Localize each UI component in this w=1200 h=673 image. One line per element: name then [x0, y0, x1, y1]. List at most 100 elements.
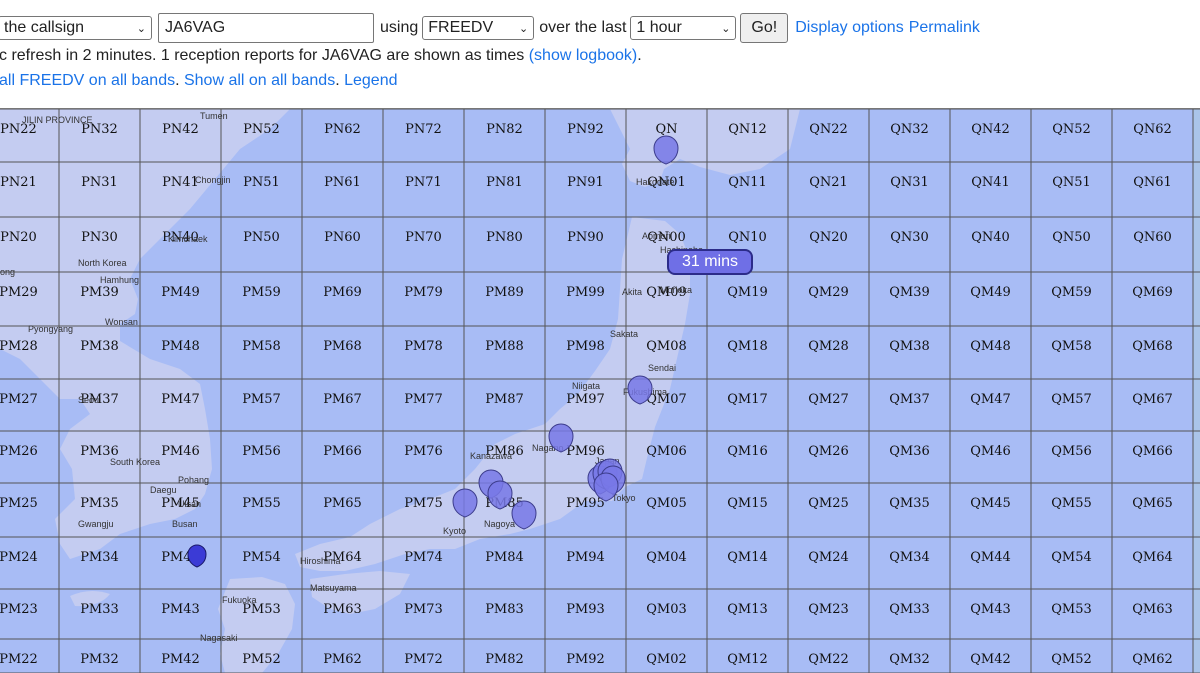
chevron-down-icon: ⌄	[519, 22, 529, 35]
go-button[interactable]: Go!	[740, 13, 789, 43]
all-freedv-link[interactable]: all FREEDV on all bands	[0, 72, 175, 89]
place-label: Hakodate	[636, 177, 675, 187]
grid-square-label: PM49	[161, 285, 200, 300]
place-label: Pohang	[178, 475, 209, 485]
grid-square-label: QM22	[808, 652, 849, 667]
callsign-input[interactable]: JA6VAG	[158, 13, 374, 43]
grid-square-label: PM77	[404, 392, 443, 407]
grid-square-label: QN60	[1133, 230, 1172, 245]
grid-square-label: QM56	[1051, 444, 1092, 459]
grid-square-label: QN10	[728, 230, 767, 245]
grid-square-label: PM83	[485, 602, 524, 617]
grid-square-label: PM63	[323, 602, 362, 617]
place-label: Sendai	[648, 363, 676, 373]
grid-square-label: PN60	[324, 230, 361, 245]
time-select[interactable]: 1 hour ⌄	[630, 16, 737, 40]
grid-square-label: PM76	[404, 444, 443, 459]
grid-square-label: PM72	[404, 652, 443, 667]
grid-square-label: QM28	[808, 339, 849, 354]
report-tooltip[interactable]: 31 mins	[667, 249, 753, 275]
grid-square-label: PM75	[404, 496, 443, 511]
grid-square-label: QM53	[1051, 602, 1092, 617]
grid-square-label: QM32	[889, 652, 930, 667]
grid-square-label: QM42	[970, 652, 1011, 667]
grid-square-label: QM58	[1051, 339, 1092, 354]
grid-square-label: QM43	[970, 602, 1011, 617]
grid-square-label: PM65	[323, 496, 362, 511]
grid-square-label: PM78	[404, 339, 443, 354]
refresh-text: c refresh in 2 minutes. 1 reception repo…	[0, 47, 529, 64]
grid-square-label: QM59	[1051, 285, 1092, 300]
grid-square-label: PM27	[0, 392, 38, 407]
grid-square-label: QM04	[646, 550, 687, 565]
permalink-link[interactable]: Permalink	[909, 19, 980, 37]
grid-square-label: PM97	[566, 392, 605, 407]
display-options-link[interactable]: Display options	[795, 19, 904, 37]
place-label: Wonsan	[105, 317, 138, 327]
grid-square-label: QN	[655, 122, 677, 137]
grid-square-label: QM49	[970, 285, 1011, 300]
grid-square-label: QM06	[646, 444, 687, 459]
grid-square-label: QM25	[808, 496, 849, 511]
grid-square-label: QN50	[1052, 230, 1091, 245]
grid-square-label: QM47	[970, 392, 1011, 407]
grid-square-label: QM44	[970, 550, 1011, 565]
callsign-type-select[interactable]: the callsign ⌄	[0, 16, 152, 40]
time-select-value: 1 hour	[636, 19, 682, 36]
mode-select-value: FREEDV	[428, 19, 494, 36]
grid-square-label: PM62	[323, 652, 362, 667]
grid-square-label: QM62	[1132, 652, 1173, 667]
grid-square-label: QM68	[1132, 339, 1173, 354]
grid-square-label: PM88	[485, 339, 524, 354]
grid-square-label: QM36	[889, 444, 930, 459]
map-canvas[interactable]: PN22 PN32 PN42 PN52 PN62 PN72 PN82 PN92 QN QN12 QN…	[0, 108, 1200, 673]
grid-square-label: PN80	[486, 230, 523, 245]
grid-square-label: PM74	[404, 550, 443, 565]
grid-square-label: PM69	[323, 285, 362, 300]
grid-square-label: QN20	[809, 230, 848, 245]
grid-square-label: QM46	[970, 444, 1011, 459]
grid-square-label: QM64	[1132, 550, 1173, 565]
place-label: Niigata	[572, 381, 600, 391]
grid-square-label: QM54	[1051, 550, 1092, 565]
grid-square-label: PM48	[161, 339, 200, 354]
place-label: Sakata	[610, 329, 638, 339]
grid-square-label: QM66	[1132, 444, 1173, 459]
mode-select[interactable]: FREEDV ⌄	[422, 16, 535, 40]
show-logbook-link[interactable]: (show logbook)	[529, 47, 638, 64]
grid-square-label: PM89	[485, 285, 524, 300]
grid-square-label: QM18	[727, 339, 768, 354]
grid-square-label: QM52	[1051, 652, 1092, 667]
grid-square-label: QM33	[889, 602, 930, 617]
grid-square-label: PM23	[0, 602, 38, 617]
chevron-down-icon: ⌄	[721, 22, 731, 35]
grid-square-label: PM84	[485, 550, 524, 565]
grid-square-label: QM48	[970, 339, 1011, 354]
legend-link[interactable]: Legend	[344, 72, 397, 89]
grid-square-label: QM55	[1051, 496, 1092, 511]
filter-sep-2: .	[335, 72, 345, 89]
grid-square-label: QN12	[728, 122, 767, 137]
grid-square-label: QN41	[971, 175, 1010, 190]
place-label: Hamhung	[100, 275, 139, 285]
grid-square-label: QM39	[889, 285, 930, 300]
grid-square-label: PM87	[485, 392, 524, 407]
grid-square-label: QN22	[809, 122, 848, 137]
place-label: Kimchaek	[168, 234, 208, 244]
show-all-link[interactable]: Show all on all bands	[184, 72, 335, 89]
place-label: Pyongyang	[28, 324, 73, 334]
grid-square-label: PM24	[0, 550, 38, 565]
grid-square-label: QM26	[808, 444, 849, 459]
grid-square-label: QM38	[889, 339, 930, 354]
callsign-type-value: the callsign	[4, 19, 85, 36]
grid-square-label: PN31	[81, 175, 118, 190]
grid-square-label: PM82	[485, 652, 524, 667]
grid-square-label: PM32	[80, 652, 119, 667]
grid-square-label: PM34	[80, 550, 119, 565]
grid-square-label: PM52	[242, 652, 281, 667]
grid-square-label: QN32	[890, 122, 929, 137]
grid-square-label: PN61	[324, 175, 361, 190]
place-label: Nagasaki	[200, 633, 238, 643]
grid-square-label: PN62	[324, 122, 361, 137]
grid-square-label: PM67	[323, 392, 362, 407]
